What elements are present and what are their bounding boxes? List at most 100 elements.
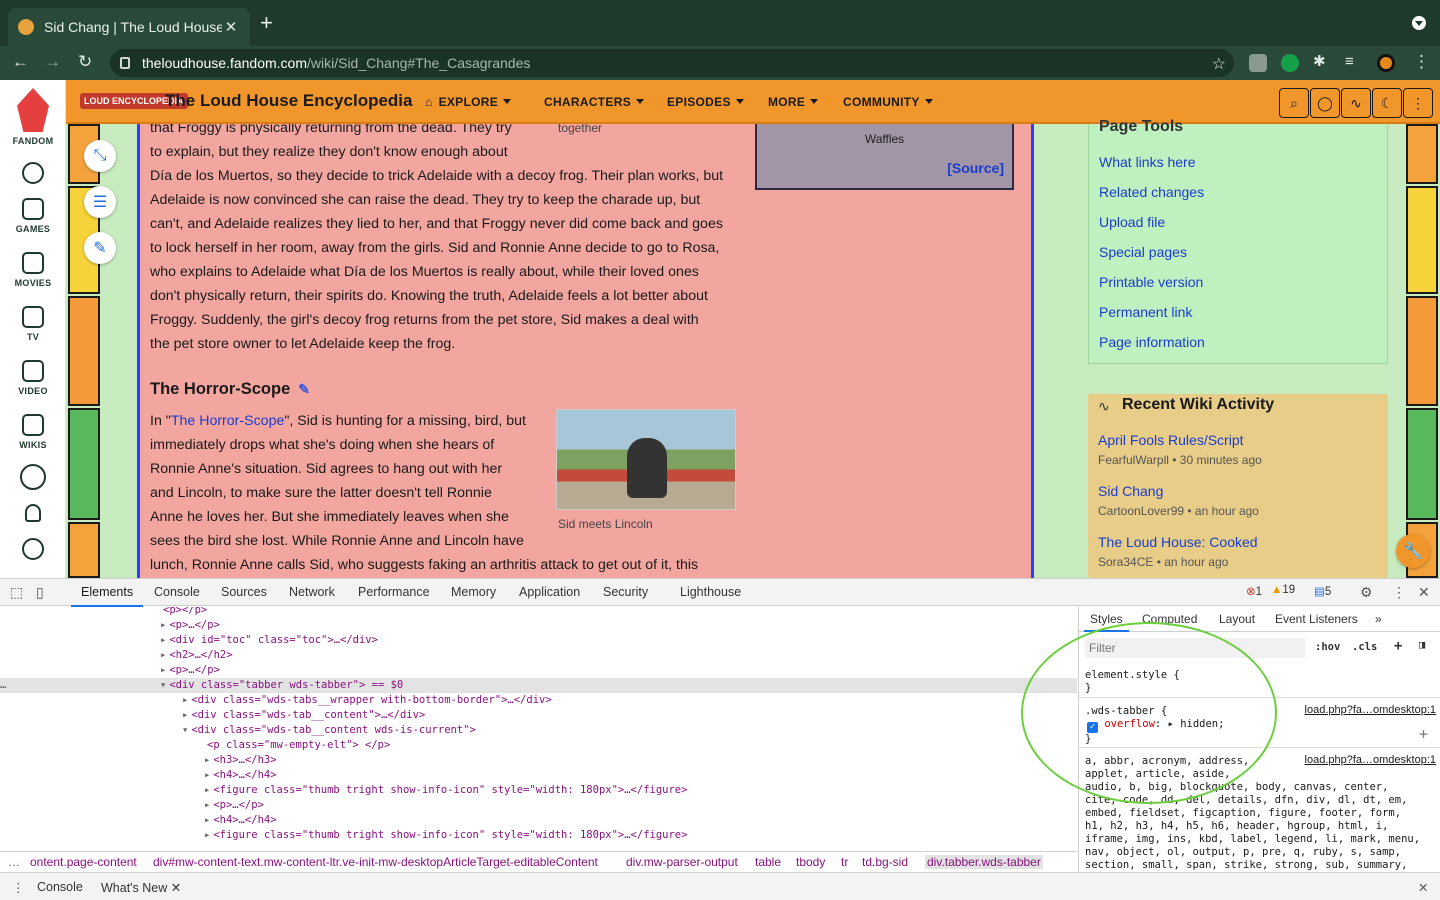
profile-avatar[interactable] — [1377, 54, 1395, 72]
search-icon[interactable]: ⌕ — [1279, 88, 1309, 118]
rail-create-wiki[interactable] — [0, 464, 66, 494]
dom-node[interactable]: ▸ <p>…</p> — [0, 618, 1077, 633]
reload-icon[interactable]: ↻ — [78, 52, 92, 72]
expand-triangle-icon[interactable]: ▸ — [204, 784, 210, 796]
source-link[interactable]: [Source] — [947, 160, 1004, 176]
rail-item-tv[interactable]: TV — [0, 306, 66, 342]
dom-node[interactable]: ▸ <h4>…</h4> — [0, 768, 1077, 783]
drawer-menu-icon[interactable]: ⋮ — [12, 880, 25, 895]
page-information-link[interactable]: Page information — [1099, 334, 1205, 350]
discussions-icon[interactable]: ◯ — [1310, 88, 1340, 118]
dom-node[interactable]: ▾ <div class="wds-tab__content wds-is-cur… — [0, 723, 1077, 738]
activity-item-link[interactable]: The Loud House: Cooked — [1098, 534, 1258, 550]
add-property-icon[interactable]: + — [1419, 725, 1428, 743]
wiki-title[interactable]: The Loud House Encyclopedia — [165, 91, 412, 111]
rail-item-movies[interactable]: MOVIES — [0, 252, 66, 288]
more-tabs-icon[interactable]: » — [1375, 612, 1382, 626]
tab-console[interactable]: Console — [154, 585, 200, 599]
breadcrumb-item[interactable]: table — [755, 855, 781, 869]
devtools-menu-icon[interactable]: ⋮ — [1392, 584, 1406, 601]
close-tab-icon[interactable]: ✕ — [171, 881, 181, 895]
rail-search[interactable] — [0, 162, 66, 188]
error-count[interactable]: ⊗1 — [1246, 584, 1262, 598]
rule-source-link[interactable]: load.php?fa…omdesktop:1 — [1305, 704, 1436, 716]
dom-node[interactable]: ▸ <figure class="thumb tright show-info-i… — [0, 828, 1077, 843]
thumbnail-image[interactable] — [556, 409, 736, 510]
dom-node[interactable]: ▸ <p>…</p> — [0, 663, 1077, 678]
what-links-here-link[interactable]: What links here — [1099, 154, 1195, 170]
nav-episodes[interactable]: EPISODES — [667, 95, 744, 109]
close-tab-icon[interactable]: ✕ — [222, 18, 240, 36]
bookmark-star-icon[interactable]: ☆ — [1212, 54, 1226, 74]
chrome-menu-icon[interactable]: ⋮ — [1413, 52, 1430, 72]
rail-item-wikis[interactable]: WIKIS — [0, 414, 66, 450]
extensions-puzzle-icon[interactable]: ✱ — [1313, 52, 1326, 72]
forward-icon[interactable]: → — [44, 52, 61, 72]
message-count[interactable]: ▤5 — [1314, 584, 1331, 598]
special-pages-link[interactable]: Special pages — [1099, 244, 1187, 260]
collapse-icon[interactable]: ⤡ — [84, 140, 116, 172]
tab-lighthouse[interactable]: Lighthouse — [680, 585, 741, 599]
breadcrumb-item[interactable]: td.bg-sid — [862, 855, 908, 869]
dom-node-selected[interactable]: ▾ <div class="tabber wds-tabber"> == $0 — [0, 678, 1077, 693]
breadcrumb-item[interactable]: div#mw-content-text.mw-content-ltr.ve-in… — [153, 855, 598, 869]
grammarly-extension-icon[interactable] — [1281, 54, 1299, 72]
rail-item-video[interactable]: VIDEO — [0, 360, 66, 396]
hover-state-toggle[interactable]: :hov — [1315, 641, 1340, 653]
activity-item-link[interactable]: Sid Chang — [1098, 483, 1163, 499]
tab-search-icon[interactable] — [1412, 16, 1426, 30]
new-style-rule-icon[interactable]: + — [1394, 638, 1402, 654]
permanent-link[interactable]: Permanent link — [1099, 304, 1192, 320]
device-toolbar-icon[interactable]: ▯ — [36, 584, 44, 601]
dom-node[interactable]: ▸ <p>…</p> — [0, 798, 1077, 813]
warning-count[interactable]: ▲19 — [1271, 584, 1295, 596]
expand-triangle-icon[interactable]: ▸ — [182, 709, 188, 721]
episode-link[interactable]: The Horror-Scope — [171, 413, 285, 429]
dom-node[interactable]: <p></p> — [0, 607, 1077, 618]
tab-layout[interactable]: Layout — [1219, 612, 1255, 626]
expand-triangle-icon[interactable]: ▸ — [160, 649, 166, 661]
inspect-element-icon[interactable]: ⬚ — [10, 584, 23, 601]
breadcrumb-item[interactable]: tr — [841, 855, 848, 869]
edit-pencil-icon[interactable]: ✎ — [84, 232, 116, 264]
more-options-icon[interactable]: ⋮ — [1403, 88, 1433, 118]
tab-application[interactable]: Application — [519, 585, 580, 599]
related-changes-link[interactable]: Related changes — [1099, 184, 1204, 200]
expand-triangle-icon[interactable]: ▸ — [204, 799, 210, 811]
rail-item-games[interactable]: GAMES — [0, 198, 66, 234]
dom-node[interactable]: <p class="mw-empty-elt"> </p> — [0, 738, 1077, 753]
edit-section-pencil-icon[interactable]: ✎ — [298, 381, 310, 397]
dom-node[interactable]: ▸ <h3>…</h3> — [0, 753, 1077, 768]
dom-node[interactable]: ▸ <div id="toc" class="toc">…</div> — [0, 633, 1077, 648]
dom-node[interactable]: ▸ <div class="wds-tabs__wrapper with-bott… — [0, 693, 1077, 708]
nav-more[interactable]: MORE — [768, 95, 818, 109]
upload-file-link[interactable]: Upload file — [1099, 214, 1165, 230]
expand-triangle-icon[interactable]: ▸ — [204, 829, 210, 841]
nav-explore[interactable]: ⌂ EXPLORE — [425, 95, 511, 109]
wrench-tools-icon[interactable]: 🔧 — [1396, 534, 1430, 568]
nav-community[interactable]: COMMUNITY — [843, 95, 933, 109]
tab-memory[interactable]: Memory — [451, 585, 496, 599]
breadcrumb-item[interactable]: ontent.page-content — [30, 855, 137, 869]
settings-gear-icon[interactable]: ⚙ — [1360, 584, 1373, 601]
media-control-icon[interactable]: ≡ — [1345, 52, 1354, 72]
dom-node[interactable]: ▸ <h2>…</h2> — [0, 648, 1077, 663]
expand-triangle-icon[interactable]: ▸ — [204, 754, 210, 766]
dom-node[interactable]: ▸ <div class="wds-tab__content">…</div> — [0, 708, 1077, 723]
close-drawer-icon[interactable]: ✕ — [1418, 880, 1428, 895]
toggle-sidebar-icon[interactable]: ◨ — [1419, 639, 1425, 651]
extension-icon[interactable] — [1249, 54, 1267, 72]
activity-pulse-icon[interactable]: ∿ — [1341, 88, 1371, 118]
tab-event-listeners[interactable]: Event Listeners — [1275, 612, 1358, 626]
dom-tree[interactable]: <p></p> ▸ <p>…</p> ▸ <div id="toc" class="to… — [0, 607, 1077, 859]
node-actions-icon[interactable]: … — [0, 678, 20, 693]
address-bar[interactable]: theloudhouse.fandom.com/wiki/Sid_Chang#T… — [110, 49, 1234, 77]
printable-version-link[interactable]: Printable version — [1099, 274, 1203, 290]
rule-source-link[interactable]: load.php?fa…omdesktop:1 — [1305, 754, 1436, 766]
dom-node[interactable]: ▸ <figure class="thumb tright show-info-i… — [0, 783, 1077, 798]
drawer-tab-console[interactable]: Console — [37, 880, 83, 894]
rail-account[interactable] — [0, 538, 66, 564]
breadcrumb-item[interactable]: div.mw-parser-output — [626, 855, 738, 869]
close-devtools-icon[interactable]: ✕ — [1418, 584, 1430, 601]
expand-triangle-icon[interactable]: ▸ — [160, 664, 166, 676]
